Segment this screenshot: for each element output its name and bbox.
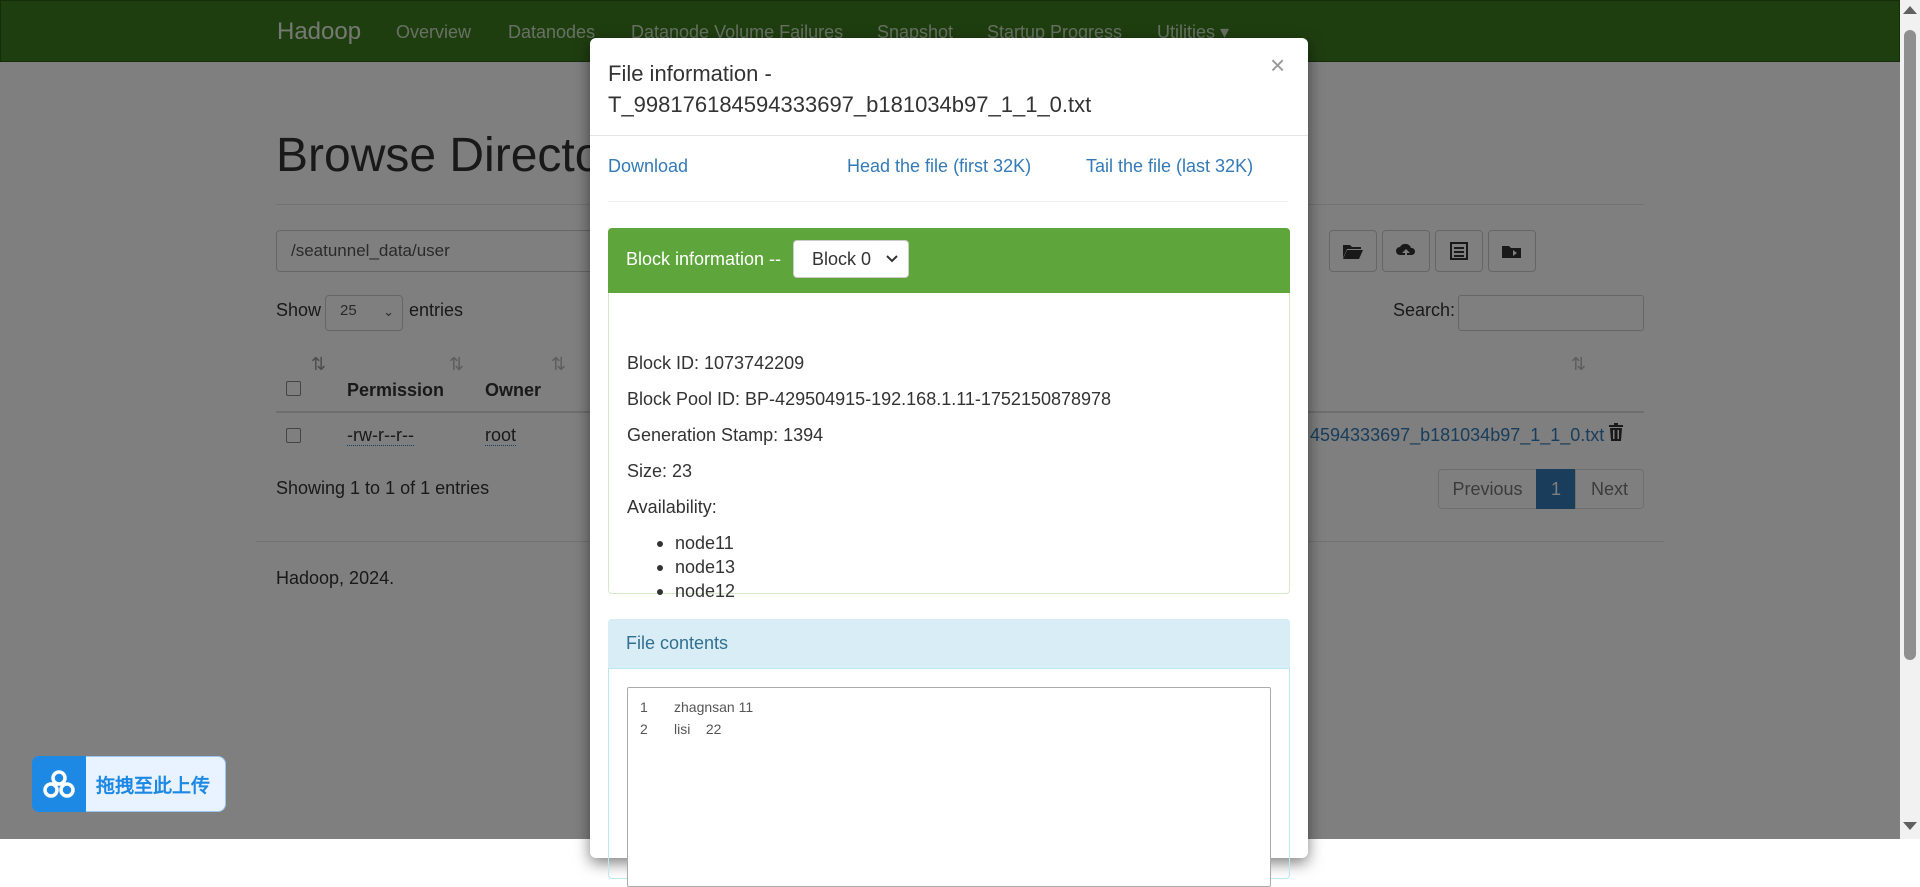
file-contents-panel: File contents 1 zhagnsan 11 2 lisi 22 xyxy=(608,619,1290,887)
block-size: Size: 23 xyxy=(627,461,693,481)
scrollbar-thumb[interactable] xyxy=(1904,30,1916,660)
close-icon[interactable]: × xyxy=(1270,52,1285,78)
contents-panel-heading: File contents xyxy=(608,619,1290,669)
scroll-down-arrow-icon[interactable] xyxy=(1903,822,1917,830)
block-id: Block ID: 1073742209 xyxy=(627,353,805,373)
line-number: 1 xyxy=(640,699,648,715)
modal-title-prefix: File information - xyxy=(608,61,772,86)
head-file-link[interactable]: Head the file (first 32K) xyxy=(847,156,1031,177)
availability-node-list: node11 node13 node12 xyxy=(656,531,736,603)
chevron-down-icon xyxy=(886,250,898,271)
contents-heading-label: File contents xyxy=(626,633,729,653)
modal-title: File information - T_998176184594333697_… xyxy=(608,58,1228,120)
content-line: 2 lisi 22 xyxy=(640,718,1258,740)
scroll-up-arrow-icon[interactable] xyxy=(1903,6,1917,14)
line-number: 2 xyxy=(640,721,648,737)
block-information-panel: Block information -- Block 0 Block ID: 1… xyxy=(608,228,1290,601)
block-pool-id: Block Pool ID: BP-429504915-192.168.1.11… xyxy=(627,389,1112,409)
list-item: node13 xyxy=(656,557,736,577)
modal-header-divider xyxy=(590,135,1308,136)
cloud-share-icon xyxy=(32,756,86,812)
list-item: node11 xyxy=(656,533,734,553)
availability-label: Availability: xyxy=(627,497,717,517)
block-select[interactable]: Block 0 xyxy=(793,240,909,278)
file-contents-textarea[interactable]: 1 zhagnsan 11 2 lisi 22 xyxy=(627,687,1271,887)
list-item: node12 xyxy=(656,581,736,601)
block-heading-label: Block information -- xyxy=(626,249,782,269)
download-link[interactable]: Download xyxy=(608,156,688,177)
drag-upload-widget[interactable]: 拖拽至此上传 xyxy=(32,756,226,812)
line-text: lisi 22 xyxy=(674,721,722,737)
modal-title-filename: T_998176184594333697_b181034b97_1_1_0.tx… xyxy=(608,92,1092,117)
line-text: zhagnsan 11 xyxy=(674,699,754,715)
upload-widget-label: 拖拽至此上传 xyxy=(96,774,211,797)
tail-file-link[interactable]: Tail the file (last 32K) xyxy=(1086,156,1253,177)
block-panel-heading: Block information -- Block 0 xyxy=(608,228,1290,293)
block-select-value: Block 0 xyxy=(812,249,872,269)
content-line: 1 zhagnsan 11 xyxy=(640,696,1258,718)
links-divider xyxy=(608,201,1288,202)
generation-stamp: Generation Stamp: 1394 xyxy=(627,425,824,445)
file-information-modal: File information - T_998176184594333697_… xyxy=(590,38,1308,887)
